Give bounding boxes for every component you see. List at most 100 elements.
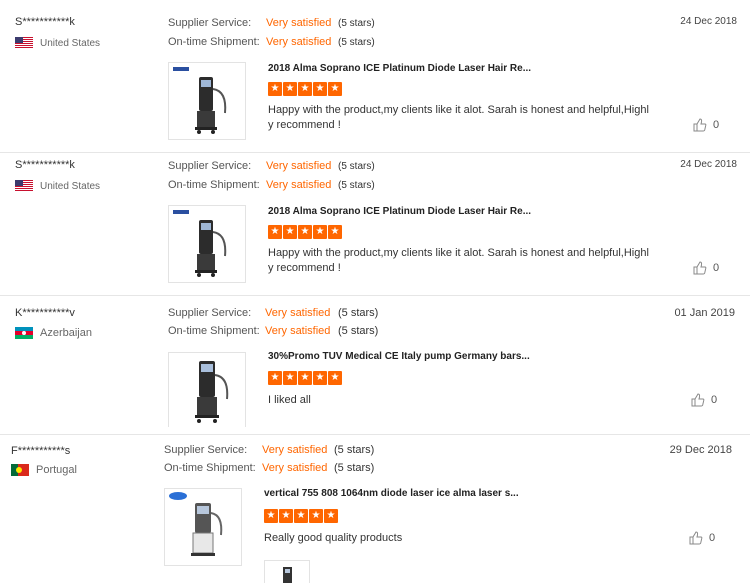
buyer-country: Azerbaijan <box>15 327 92 339</box>
supplier-service-value: Very satisfied <box>266 160 332 172</box>
helpful-button[interactable]: 0 <box>691 393 717 407</box>
star-icon: ★ <box>264 509 278 523</box>
product-thumbnail[interactable] <box>168 205 246 283</box>
laser-machine-icon <box>195 361 229 423</box>
country-name: United States <box>40 37 101 49</box>
product-thumbnail[interactable] <box>168 62 246 140</box>
thumbs-up-icon <box>689 531 703 545</box>
star-icon: ★ <box>279 509 293 523</box>
laser-machine-icon <box>169 492 223 556</box>
shipment-value: Very satisfied <box>262 462 328 474</box>
helpful-count: 0 <box>713 119 720 131</box>
shipment-label: On-time Shipment: <box>168 36 260 48</box>
star-icon: ★ <box>313 82 327 96</box>
star-icon: ★ <box>298 371 312 385</box>
star-icon: ★ <box>268 371 282 385</box>
star-icon: ★ <box>298 82 312 96</box>
thumbs-up-icon <box>693 118 707 132</box>
star-icon: ★ <box>328 371 342 385</box>
review-comment: Happy with the product,my clients like i… <box>268 104 649 131</box>
product-title[interactable]: 2018 Alma Soprano ICE Platinum Diode Las… <box>268 63 531 74</box>
shipment-value: Very satisfied <box>265 325 331 337</box>
helpful-count: 0 <box>709 532 716 544</box>
star-icon: ★ <box>268 225 282 239</box>
product-thumbnail[interactable] <box>164 488 242 566</box>
country-name: United States <box>40 180 101 192</box>
review-date: 01 Jan 2019 <box>674 307 735 319</box>
star-icon: ★ <box>328 82 342 96</box>
buyer-country: United States <box>15 180 100 192</box>
supplier-service-label: Supplier Service: <box>168 160 252 172</box>
shipment-stars: (5 stars) <box>334 462 375 474</box>
country-name: Portugal <box>36 464 77 476</box>
review-item: F***********s Portugal Supplier Service:… <box>0 435 750 583</box>
country-name: Azerbaijan <box>40 327 92 339</box>
star-icon: ★ <box>298 225 312 239</box>
shipment-value: Very satisfied <box>266 179 332 191</box>
shipment-stars: (5 stars) <box>338 37 375 48</box>
product-title[interactable]: vertical 755 808 1064nm diode laser ice … <box>264 488 519 499</box>
product-title[interactable]: 2018 Alma Soprano ICE Platinum Diode Las… <box>268 206 531 217</box>
star-icon: ★ <box>283 82 297 96</box>
buyer-country: United States <box>15 37 100 49</box>
supplier-service-label: Supplier Service: <box>164 444 248 456</box>
buyer-country: Portugal <box>11 464 77 476</box>
laser-machine-icon <box>173 67 227 134</box>
review-item: S***********k United States Supplier Ser… <box>0 0 750 152</box>
shipment-label: On-time Shipment: <box>168 179 260 191</box>
review-comment: I liked all <box>268 394 311 406</box>
supplier-service-label: Supplier Service: <box>168 307 252 319</box>
star-rating: ★ ★ ★ ★ ★ <box>268 371 342 385</box>
star-icon: ★ <box>328 225 342 239</box>
review-date: 29 Dec 2018 <box>669 444 732 456</box>
supplier-service-label: Supplier Service: <box>168 17 252 29</box>
us-flag-icon <box>15 180 33 192</box>
shipment-stars: (5 stars) <box>338 180 375 191</box>
supplier-service-value: Very satisfied <box>266 17 332 29</box>
review-item: K***********v Azerbaijan Supplier Servic… <box>0 296 750 434</box>
supplier-service-stars: (5 stars) <box>334 444 375 456</box>
supplier-service-stars: (5 stars) <box>338 161 375 172</box>
star-icon: ★ <box>309 509 323 523</box>
helpful-count: 0 <box>713 262 720 274</box>
shipment-stars: (5 stars) <box>338 325 379 337</box>
star-rating: ★ ★ ★ ★ ★ <box>264 509 338 523</box>
shipment-label: On-time Shipment: <box>164 462 256 474</box>
review-date: 24 Dec 2018 <box>680 159 737 170</box>
review-date: 24 Dec 2018 <box>680 16 737 27</box>
azerbaijan-flag-icon <box>15 327 33 339</box>
laser-machine-icon <box>283 567 292 583</box>
buyer-name: K***********v <box>15 307 75 319</box>
buyer-name: F***********s <box>11 445 71 457</box>
shipment-value: Very satisfied <box>266 36 332 48</box>
laser-machine-icon <box>173 210 227 277</box>
helpful-button[interactable]: 0 <box>689 531 715 545</box>
star-icon: ★ <box>294 509 308 523</box>
supplier-service-value: Very satisfied <box>262 444 328 456</box>
star-icon: ★ <box>313 371 327 385</box>
buyer-name: S***********k <box>15 159 75 171</box>
thumbs-up-icon <box>691 393 705 407</box>
review-comment: Really good quality products <box>264 532 403 544</box>
star-rating: ★ ★ ★ ★ ★ <box>268 82 342 96</box>
star-icon: ★ <box>283 371 297 385</box>
supplier-service-stars: (5 stars) <box>338 18 375 29</box>
star-rating: ★ ★ ★ ★ ★ <box>268 225 342 239</box>
supplier-service-value: Very satisfied <box>265 307 331 319</box>
review-item: S***********k United States Supplier Ser… <box>0 143 750 295</box>
helpful-button[interactable]: 0 <box>693 118 719 132</box>
thumbs-up-icon <box>693 261 707 275</box>
shipment-label: On-time Shipment: <box>168 325 260 337</box>
star-icon: ★ <box>283 225 297 239</box>
product-thumbnail[interactable] <box>264 560 310 583</box>
helpful-button[interactable]: 0 <box>693 261 719 275</box>
supplier-service-stars: (5 stars) <box>338 307 379 319</box>
buyer-name: S***********k <box>15 16 75 28</box>
star-icon: ★ <box>313 225 327 239</box>
review-comment: Happy with the product,my clients like i… <box>268 247 649 274</box>
product-thumbnail[interactable] <box>168 352 246 427</box>
portugal-flag-icon <box>11 464 29 476</box>
helpful-count: 0 <box>711 394 718 406</box>
star-icon: ★ <box>268 82 282 96</box>
product-title[interactable]: 30%Promo TUV Medical CE Italy pump Germa… <box>268 351 530 362</box>
